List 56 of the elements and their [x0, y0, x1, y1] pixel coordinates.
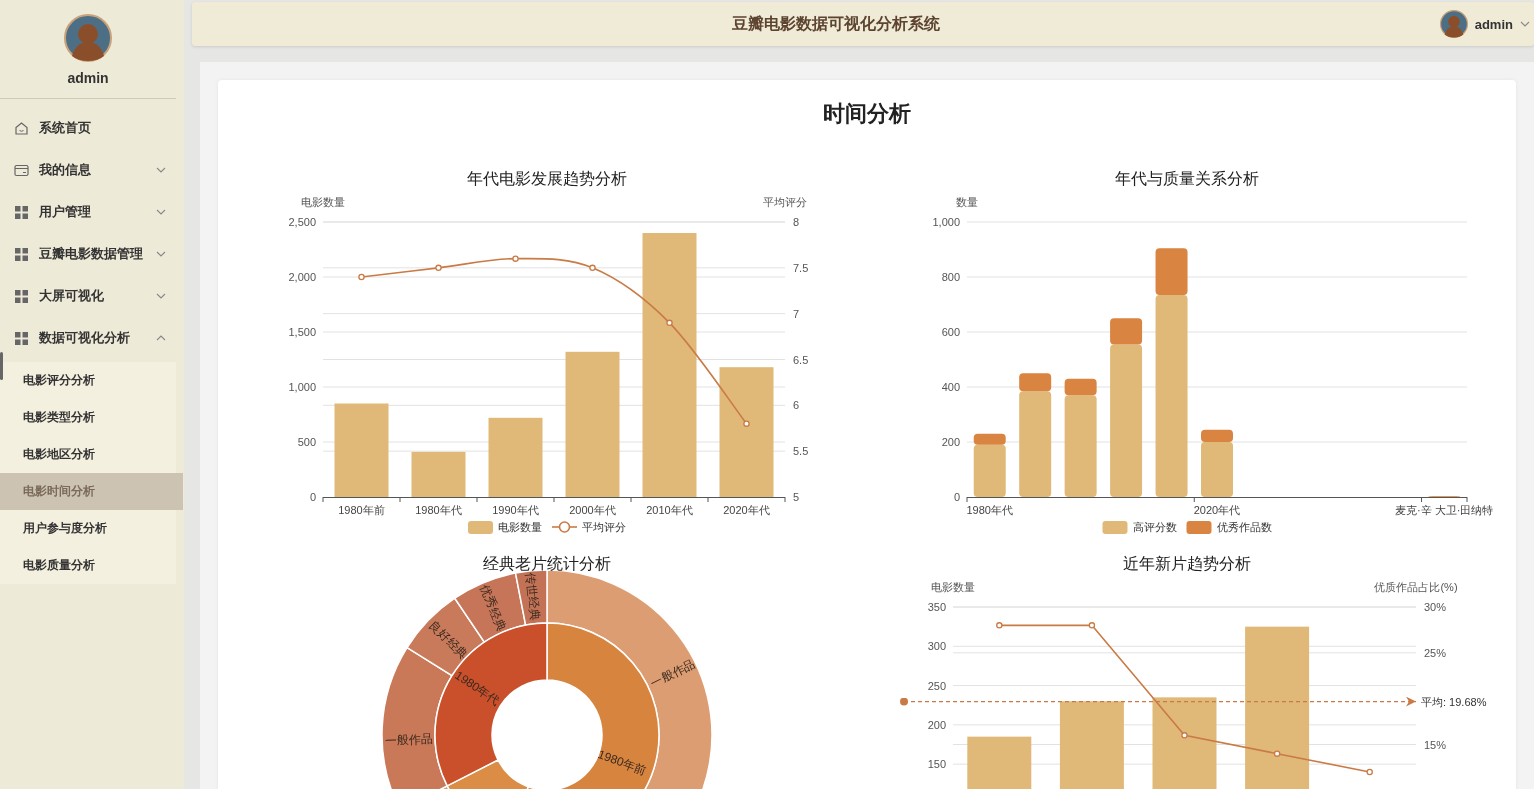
- axis-label: 5.5: [793, 445, 809, 458]
- axis-label: 2,500: [288, 216, 316, 228]
- axis-label: 200: [927, 718, 946, 731]
- segment-label: 一般作品: [648, 656, 698, 691]
- axis-label: 麦克·辛 大卫·田纳特: [1395, 504, 1494, 516]
- chart-title: 年代与质量关系分析: [1115, 170, 1259, 187]
- axis-label: 1,500: [288, 326, 316, 338]
- axis-label: 250: [927, 679, 946, 692]
- axis-label: 7.5: [793, 261, 809, 274]
- axis-label: 1,000: [932, 216, 960, 228]
- axis-label: 500: [297, 436, 316, 448]
- chart-title: 经典老片统计分析: [483, 555, 611, 572]
- segment-label: 1980年代: [452, 668, 503, 708]
- axis-label: 6: [793, 399, 800, 412]
- axis-title: 电影数量: [301, 196, 345, 208]
- axis-label: 2,000: [288, 271, 316, 283]
- axis-label: 25%: [1424, 646, 1447, 659]
- average-label: 平均: 19.68%: [1421, 695, 1487, 708]
- axis-label: 2010年代: [646, 504, 693, 516]
- user-name: admin: [67, 70, 109, 86]
- page-title: 时间分析: [822, 100, 912, 128]
- axis-label: 15%: [1424, 738, 1447, 751]
- segment-label: 传世经典: [523, 572, 542, 622]
- axis-label: 30%: [1424, 601, 1447, 613]
- chart-title: 近年新片趋势分析: [1123, 555, 1251, 572]
- axis-label: 150: [927, 758, 946, 771]
- chart-title: 年代电影发展趋势分析: [467, 170, 627, 187]
- axis-label: 300: [927, 640, 946, 653]
- segment-label: 一般作品: [384, 732, 434, 748]
- axis-label: 400: [941, 381, 960, 393]
- segment-label: 优秀经典: [477, 583, 509, 633]
- segment-label: 良好经典: [426, 618, 471, 662]
- axis-title: 平均评分: [763, 196, 807, 208]
- axis-title: 电影数量: [931, 581, 975, 593]
- axis-label: 0: [309, 491, 316, 503]
- axis-title: 数量: [956, 196, 978, 208]
- segment-label: 1980年前: [595, 747, 649, 778]
- axis-label: 6.5: [793, 353, 809, 366]
- axis-label: 2020年代: [723, 504, 770, 516]
- axis-label: 200: [941, 436, 960, 448]
- app-title: 豆瓣电影数据可视化分析系统: [730, 13, 941, 34]
- axis-label: 1990年代: [492, 504, 539, 516]
- axis-label: 5: [793, 491, 800, 503]
- axis-label: 600: [941, 326, 960, 338]
- axis-label: 2020年代: [1193, 504, 1241, 516]
- axis-label: 350: [927, 601, 946, 613]
- axis-label: 8: [793, 216, 800, 228]
- axis-label: 1,000: [288, 381, 316, 393]
- axis-label: 0: [953, 491, 960, 503]
- axis-label: 800: [941, 271, 960, 283]
- axis-label: 7: [793, 307, 800, 320]
- axis-title: 优质作品占比(%): [1374, 581, 1458, 593]
- axis-label: 2000年代: [569, 504, 616, 516]
- axis-label: 1980年前: [338, 504, 385, 516]
- axis-label: 1980年代: [415, 504, 462, 516]
- axis-label: 1980年代: [966, 504, 1013, 516]
